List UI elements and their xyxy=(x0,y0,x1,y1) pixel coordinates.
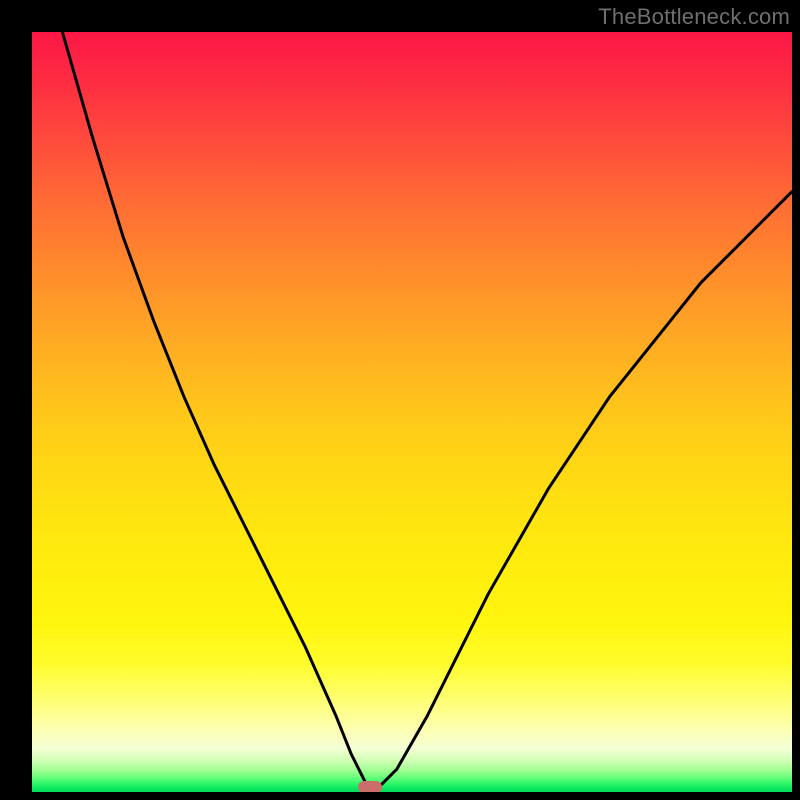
chart-frame: TheBottleneck.com xyxy=(0,0,800,800)
attribution-watermark: TheBottleneck.com xyxy=(598,4,790,30)
curve-svg xyxy=(32,32,792,792)
plot-area xyxy=(32,32,792,792)
bottleneck-curve xyxy=(32,32,792,784)
minimum-marker xyxy=(358,781,382,792)
